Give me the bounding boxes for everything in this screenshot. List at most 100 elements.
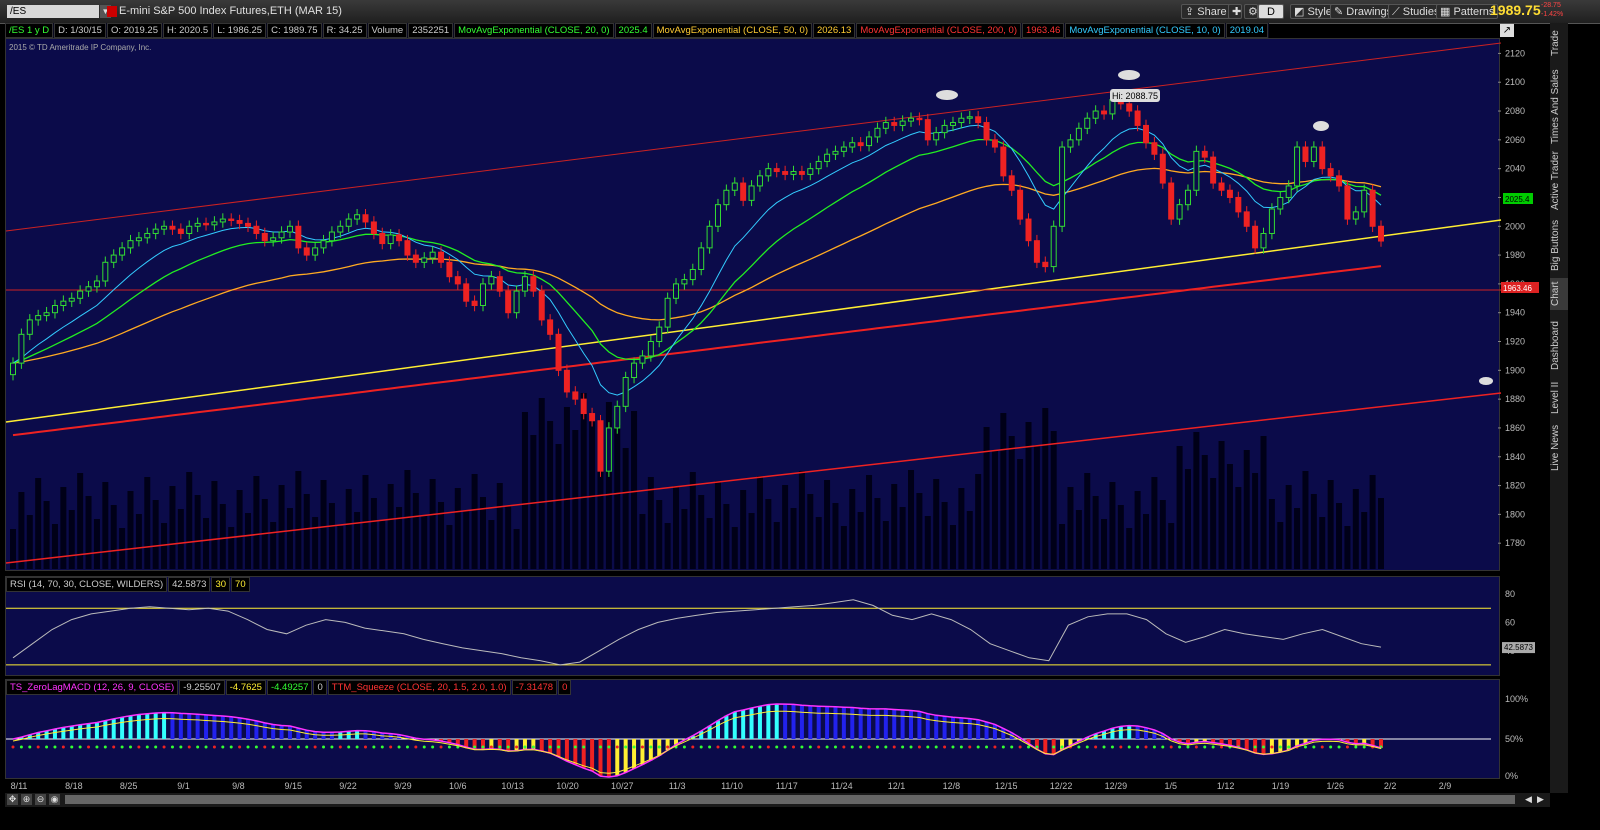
chart-scrollbar[interactable]: ✥ ⊕ ⊖ ◉ ◀ ▶ (5, 793, 1550, 807)
macd-histogram-bar (715, 720, 720, 739)
ema50-label[interactable]: MovAvgExponential (CLOSE, 50, 0) (652, 23, 812, 38)
price-axis: 1780180018201840186018801900192019401960… (1505, 48, 1525, 548)
volume-bar (404, 470, 411, 569)
scroll-left-icon[interactable]: ◀ (1523, 794, 1534, 805)
drawings-button[interactable]: ✎ Drawings (1330, 4, 1397, 19)
rsi-value-tag-text: 42.5873 (1504, 643, 1533, 652)
volume-bar (35, 478, 42, 569)
tab-live-news[interactable]: Live News (1550, 423, 1568, 473)
squeeze-dot (716, 745, 720, 749)
pan-icon[interactable]: ✥ (7, 794, 18, 805)
squeeze-dot (439, 745, 443, 749)
ema10-line (12, 124, 1382, 396)
volume-bar (127, 491, 134, 569)
volume-bar (354, 512, 361, 569)
macd-histogram-bar (766, 704, 771, 739)
ema10-label[interactable]: MovAvgExponential (CLOSE, 10, 0) (1065, 23, 1225, 38)
zoom-in-icon[interactable]: ⊕ (21, 794, 32, 805)
symbol-input[interactable]: /ES (7, 5, 99, 18)
candlestick (43, 306, 50, 322)
tab-active-trader[interactable]: Active Trader (1550, 151, 1568, 211)
tab-big-buttons[interactable]: Big Buttons (1550, 218, 1568, 273)
instrument-description: E-mini S&P 500 Index Futures,ETH (MAR 15… (119, 5, 342, 17)
price-chart-panel[interactable]: 2015 © TD Ameritrade IP Company, Inc. Hi… (5, 38, 1539, 571)
macd-tick-label: 100% (1505, 694, 1528, 704)
candlestick (673, 278, 680, 305)
rsi-chart-svg[interactable]: 80604042.5873 (6, 577, 1551, 677)
candlestick (1361, 184, 1368, 218)
candlestick (438, 246, 445, 269)
volume-bar (396, 507, 403, 569)
macd-chart-svg[interactable]: 100% 50% 0% (6, 680, 1551, 781)
macd-histogram-bar (195, 714, 200, 739)
tab-level-ii[interactable]: Level II (1550, 378, 1568, 418)
volume-bar (1143, 514, 1150, 569)
zoom-out-icon[interactable]: ⊖ (35, 794, 46, 805)
marker-ellipse[interactable] (1118, 70, 1140, 80)
volume-bars (10, 393, 1384, 569)
macd-histogram-bar (598, 739, 603, 777)
volume-bar (765, 499, 772, 569)
tab-chart[interactable]: Chart (1550, 278, 1568, 310)
price-tick-label: 1940 (1505, 308, 1525, 318)
tab-times-and-sales[interactable]: Times And Sales (1550, 68, 1568, 146)
candlestick (1378, 220, 1384, 247)
marker-ellipse[interactable] (936, 90, 958, 100)
macd-histogram-bar (78, 724, 83, 739)
price-chart-svg[interactable]: Hi: 2088.75 1780 1800 1820 1840 1860 1880 1900… (5, 39, 1551, 572)
eye-icon[interactable]: ◉ (49, 794, 60, 805)
date-tick-label: 12/15 (995, 781, 1018, 791)
volume-bar (328, 503, 335, 569)
volume-bar (1092, 496, 1099, 569)
price-tick-label: 1880 (1505, 394, 1525, 404)
tab-dashboard[interactable]: Dashboard (1550, 318, 1568, 373)
squeeze-dot (1136, 745, 1140, 749)
marker-ellipse[interactable] (1479, 377, 1493, 385)
candlestick (849, 136, 856, 153)
scroll-right-icon[interactable]: ▶ (1535, 794, 1546, 805)
timeframe-button[interactable]: D (1258, 4, 1284, 19)
chart-expand-icon[interactable]: ↗ (1500, 24, 1514, 37)
marker-ellipse[interactable] (1313, 121, 1329, 131)
squeeze-dot (666, 745, 670, 749)
volume-bar (1117, 505, 1124, 569)
candlestick (127, 234, 134, 254)
date-axis: 8/11 8/18 8/25 9/1 9/8 9/15 9/22 9/29 10/6 10/13 1… (11, 781, 1452, 791)
volume-bar (1218, 441, 1225, 569)
upper-channel-line[interactable] (5, 42, 1502, 232)
volume-bar (1302, 471, 1309, 569)
squeeze-dot (1110, 745, 1114, 749)
squeeze-dot (1337, 745, 1341, 749)
candlestick (1319, 141, 1326, 175)
candlestick (286, 220, 293, 238)
settings-icon[interactable]: ⚙ (1244, 4, 1258, 19)
ema20-label[interactable]: MovAvgExponential (CLOSE, 20, 0) (454, 23, 614, 38)
share-button[interactable]: ⇪ Share (1181, 4, 1231, 19)
volume-bar (1285, 485, 1292, 569)
volume-bar (614, 425, 621, 569)
volume-bar (790, 508, 797, 569)
support-trendline[interactable] (5, 219, 1502, 423)
candlestick (421, 252, 428, 269)
date-tick-label: 12/1 (888, 781, 906, 791)
volume-bar (1310, 494, 1317, 569)
volume-bar (681, 509, 688, 569)
ema200-label[interactable]: MovAvgExponential (CLOSE, 200, 0) (856, 23, 1021, 38)
candlestick (152, 223, 159, 240)
price-tick-label: 2040 (1505, 164, 1525, 174)
squeeze-dot (615, 745, 619, 749)
volume-bar (639, 514, 646, 569)
crosshair-tool-icon[interactable]: ✚ (1228, 4, 1242, 19)
scrollbar-thumb[interactable] (65, 795, 1515, 804)
squeeze-dot (204, 745, 208, 749)
squeeze-dot (909, 745, 913, 749)
timeframe-label[interactable]: /ES 1 y D (5, 23, 54, 38)
date-tick-label: 9/22 (339, 781, 357, 791)
macd-histogram-bar (858, 708, 863, 739)
rsi-panel[interactable]: RSI (14, 70, 30, CLOSE, WILDERS) 42.5873 3… (5, 576, 1535, 676)
drawings-label: Drawings (1346, 6, 1393, 18)
tab-trade[interactable]: Trade (1550, 23, 1568, 63)
candlestick (1184, 184, 1191, 211)
macd-panel[interactable]: TS_ZeroLagMACD (12, 26, 9, CLOSE) -9.2550… (5, 679, 1528, 781)
volume-bar (110, 505, 117, 569)
